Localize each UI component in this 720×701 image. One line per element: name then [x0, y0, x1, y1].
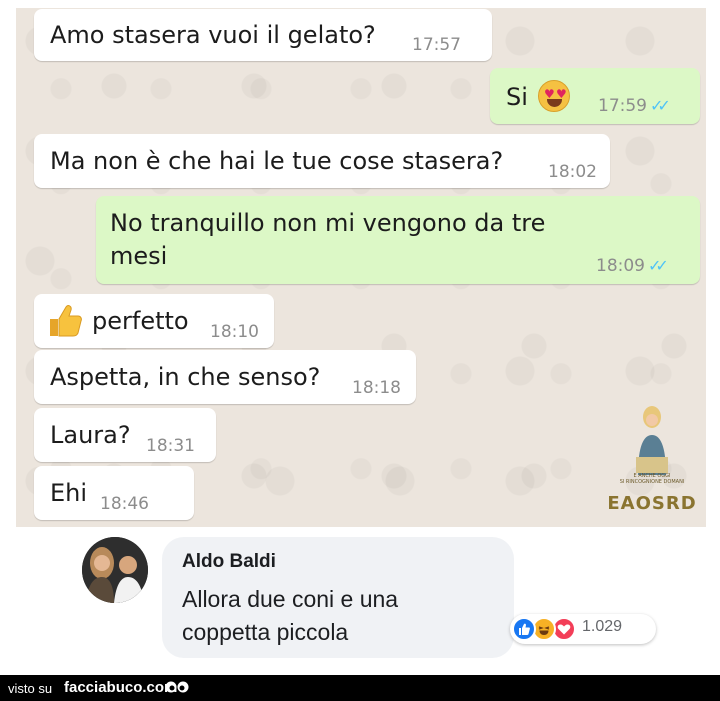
message-time: 18:46	[100, 494, 149, 514]
comment-text: Allora due coni e una coppetta piccola	[182, 586, 399, 645]
eaosrd-watermark: E ANCHE OGGI SI RINCOGNIONE DOMANI EAOSR…	[598, 401, 704, 521]
message-time: 17:57	[412, 35, 461, 55]
message-text: Si	[506, 83, 528, 111]
message-text: Ehi	[50, 479, 88, 507]
reaction-count: 1.029	[582, 618, 623, 635]
read-ticks-icon: ✓✓	[648, 256, 669, 275]
message-time: 18:10	[210, 322, 259, 342]
heart-eyes-emoji: ♥ ♥	[538, 80, 570, 112]
message-text: Amo stasera vuoi il gelato?	[50, 21, 376, 49]
message-time: 18:09 ✓✓	[596, 256, 669, 276]
like-icon	[512, 617, 536, 641]
chat-screenshot: Amo stasera vuoi il gelato? 17:57 Si ♥ ♥…	[16, 8, 706, 527]
watermark-brand: EAOSRD	[607, 493, 697, 514]
message-text-line-1: No tranquillo non mi vengono da tre	[110, 209, 546, 237]
message-bubble-incoming: Ehi 18:46	[34, 466, 194, 520]
message-text: perfetto	[92, 307, 189, 335]
thumbs-up-emoji	[50, 305, 82, 337]
watermark-small-text: E ANCHE OGGI SI RINCOGNIONE DOMANI	[619, 473, 685, 485]
message-bubble-incoming: Amo stasera vuoi il gelato? 17:57	[34, 9, 492, 61]
footer-visto-su: visto su	[8, 681, 53, 696]
read-ticks-icon: ✓✓	[650, 96, 671, 115]
message-text: Laura?	[50, 421, 131, 449]
eyes-logo-icon	[165, 681, 189, 693]
avatar[interactable]	[82, 537, 148, 603]
message-text-line-2: mesi	[110, 242, 168, 270]
comment-author[interactable]: Aldo Baldi	[182, 551, 276, 573]
message-time: 17:59 ✓✓	[598, 96, 671, 116]
message-text: Ma non è che hai le tue cose stasera?	[50, 147, 504, 175]
message-bubble-outgoing: Si ♥ ♥ 17:59 ✓✓	[490, 68, 700, 124]
message-bubble-incoming: perfetto 18:10	[34, 294, 274, 348]
comment-bubble: Aldo Baldi Allora due coni e una coppett…	[162, 537, 514, 658]
message-time: 18:18	[352, 378, 401, 398]
woman-figure-logo	[636, 406, 668, 475]
footer-site-link[interactable]: facciabuco.com	[64, 679, 177, 696]
message-text: Aspetta, in che senso?	[50, 363, 321, 391]
message-time: 18:02	[548, 162, 597, 182]
message-bubble-incoming: Laura? 18:31	[34, 408, 216, 462]
message-time: 18:31	[146, 436, 195, 456]
message-bubble-incoming: Ma non è che hai le tue cose stasera? 18…	[34, 134, 610, 188]
footer-bar: visto su facciabuco.com	[0, 675, 720, 701]
message-bubble-outgoing: No tranquillo non mi vengono da tre mesi…	[96, 196, 700, 284]
message-bubble-incoming: Aspetta, in che senso? 18:18	[34, 350, 416, 404]
reactions-summary[interactable]: 1.029	[510, 614, 656, 644]
avatar-photo	[82, 537, 148, 603]
